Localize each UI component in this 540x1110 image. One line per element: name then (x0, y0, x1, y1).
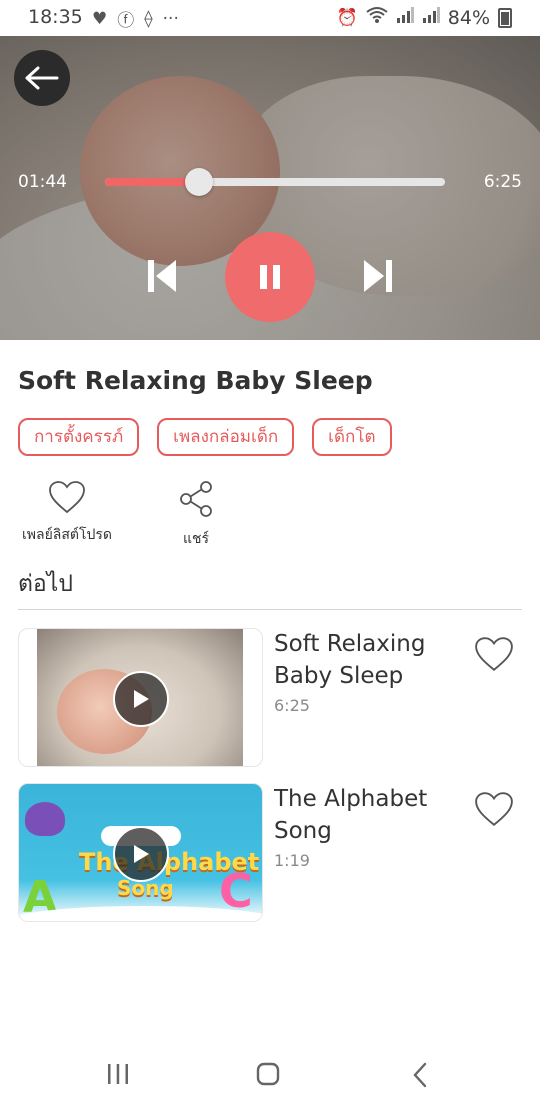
list-item[interactable]: The Alphabet Song A C The Alphabet Song … (18, 783, 522, 922)
share-label: แชร์ (182, 531, 210, 547)
player-hero: 01:44 6:25 (0, 36, 540, 340)
total-time: 6:25 (483, 172, 522, 192)
signal-icon-2 (422, 7, 440, 28)
system-back-button[interactable] (410, 1062, 430, 1088)
play-overlay-icon (113, 826, 169, 882)
list-item-title: The Alphabet Song (274, 786, 428, 844)
divider (18, 609, 522, 610)
video-thumbnail[interactable] (18, 628, 263, 767)
favorite-playlist-button[interactable]: เพลย์ลิสต์โปรด (18, 480, 116, 546)
heart-outline-icon (49, 481, 85, 514)
facebook-icon: ⓕ (117, 11, 135, 31)
back-button[interactable] (14, 50, 70, 106)
share-icon (180, 481, 212, 517)
skip-previous-icon (148, 260, 176, 292)
list-item-duration: 1:19 (274, 851, 310, 870)
signal-icon-1 (396, 7, 414, 28)
status-time: 18:35 (28, 6, 83, 28)
current-time: 01:44 (18, 172, 67, 192)
tag-pregnancy[interactable]: การตั้งครรภ์ (18, 418, 140, 456)
bat-illustration (25, 802, 65, 836)
chevron-left-icon (413, 1062, 427, 1088)
share-button[interactable]: แชร์ (166, 480, 226, 550)
heart-notification-icon: ♥ (92, 8, 108, 29)
heart-outline-icon (475, 792, 513, 827)
back-arrow-icon (25, 66, 59, 90)
ethereum-icon: ⟠ (144, 8, 153, 29)
list-item-title: Soft Relaxing Baby Sleep (274, 631, 426, 689)
recent-apps-icon (108, 1064, 128, 1084)
seek-thumb[interactable] (185, 168, 214, 196)
heart-outline-icon (475, 637, 513, 672)
battery-icon (498, 7, 512, 28)
seek-bar[interactable] (105, 168, 445, 196)
track-title: Soft Relaxing Baby Sleep (18, 366, 373, 395)
favorite-icon-button[interactable] (474, 636, 514, 672)
battery-percent: 84% (447, 6, 490, 29)
tag-list: การตั้งครรภ์ เพลงกล่อมเด็ก เด็กโต (18, 418, 392, 456)
status-bar: 18:35 ♥ ⓕ ⟠ ··· ⏰ 84% (0, 0, 540, 36)
up-next-heading: ต่อไป (18, 571, 73, 597)
tag-lullaby[interactable]: เพลงกล่อมเด็ก (157, 418, 295, 456)
list-item[interactable]: Soft Relaxing Baby Sleep 6:25 (18, 628, 522, 767)
list-item-duration: 6:25 (274, 696, 310, 715)
next-button[interactable] (362, 258, 394, 294)
pause-button[interactable] (225, 232, 315, 322)
alarm-icon: ⏰ (336, 7, 358, 28)
home-icon (256, 1062, 280, 1086)
skip-next-icon (364, 260, 392, 292)
system-nav-bar (0, 1040, 540, 1110)
favorite-label: เพลย์ลิสต์โปรด (21, 527, 113, 543)
wifi-icon (366, 6, 388, 29)
favorite-icon-button[interactable] (474, 791, 514, 827)
previous-button[interactable] (146, 258, 178, 294)
tag-older-child[interactable]: เด็กโต (312, 418, 392, 456)
more-notifications-icon: ··· (162, 8, 179, 29)
home-button[interactable] (256, 1062, 280, 1086)
recent-apps-button[interactable] (106, 1062, 130, 1086)
play-overlay-icon (113, 671, 169, 727)
pause-icon (260, 265, 280, 289)
video-thumbnail[interactable]: The Alphabet Song A C (18, 783, 263, 922)
